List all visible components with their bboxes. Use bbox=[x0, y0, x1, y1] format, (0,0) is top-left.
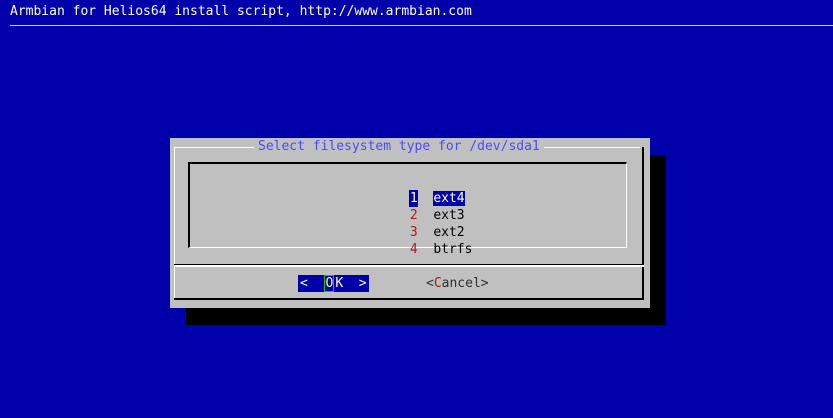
dialog-title: Select filesystem type for /dev/sda1 bbox=[254, 138, 544, 156]
dialog-frame-right bbox=[642, 147, 644, 299]
dialog-frame-bottom bbox=[174, 298, 644, 300]
button-separator-highlight bbox=[174, 265, 644, 267]
ok-button[interactable]: < OK > bbox=[298, 275, 369, 292]
cancel-button[interactable]: <Cancel> bbox=[426, 275, 489, 292]
menu-item-ext4[interactable]: 1 ext4 bbox=[378, 173, 465, 207]
filesystem-dialog: Select filesystem type for /dev/sda1 1 ex… bbox=[170, 138, 650, 308]
ok-hotkey: O bbox=[324, 275, 335, 292]
menu-item-ext3[interactable]: 2 ext3 bbox=[378, 190, 465, 223]
backtitle-rule bbox=[10, 25, 833, 26]
menu-item-ext2[interactable]: 3 ext2 bbox=[378, 207, 465, 240]
menu-item-btrfs[interactable]: 4 btrfs bbox=[378, 224, 473, 257]
menu-item-tag: 4 bbox=[409, 242, 418, 257]
cancel-hotkey: C bbox=[433, 276, 442, 291]
backtitle: Armbian for Helios64 install script, htt… bbox=[10, 4, 472, 19]
menu-item-label: btrfs bbox=[433, 242, 473, 257]
